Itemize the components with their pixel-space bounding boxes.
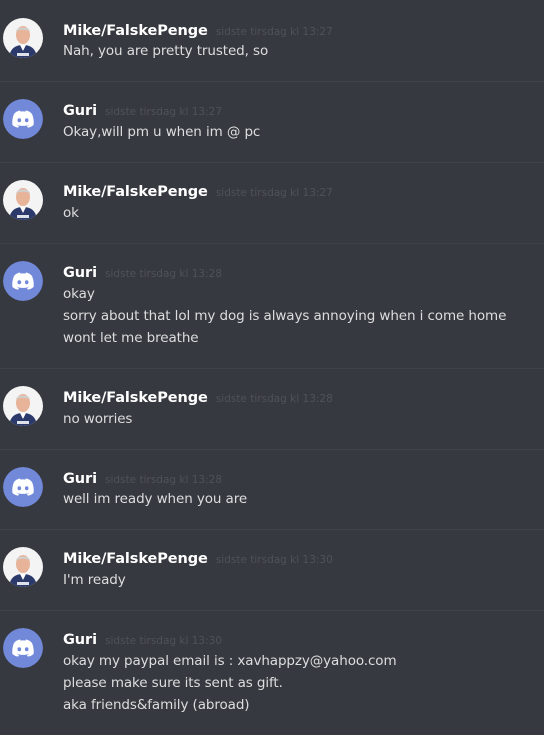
message-header: Guri sidste tirsdag kl 13:27 (63, 100, 222, 120)
message-divider (0, 162, 544, 163)
username[interactable]: Guri (63, 103, 97, 119)
username[interactable]: Guri (63, 471, 97, 487)
message-divider (0, 449, 544, 450)
discord-default-avatar[interactable] (3, 99, 43, 139)
discord-default-avatar[interactable] (3, 261, 43, 301)
message-text: ok (63, 205, 79, 221)
person-photo-icon (3, 386, 43, 426)
message-divider (0, 81, 544, 82)
person-photo-icon (3, 18, 43, 58)
username[interactable]: Guri (63, 265, 97, 281)
message-timestamp[interactable]: sidste tirsdag kl 13:28 (216, 393, 333, 405)
message-text: okay my paypal email is : xavhappzy@yaho… (63, 653, 397, 669)
message-timestamp[interactable]: sidste tirsdag kl 13:28 (105, 268, 222, 280)
message-text: sorry about that lol my dog is always an… (63, 308, 507, 324)
message-timestamp[interactable]: sidste tirsdag kl 13:27 (216, 187, 333, 199)
message-timestamp[interactable]: sidste tirsdag kl 13:30 (216, 554, 333, 566)
message-text: wont let me breathe (63, 330, 199, 346)
message-header: Guri sidste tirsdag kl 13:28 (63, 262, 222, 282)
discord-logo-icon (3, 261, 43, 301)
message-divider (0, 243, 544, 244)
discord-logo-icon (3, 628, 43, 668)
message-header: Mike/FalskePenge sidste tirsdag kl 13:27 (63, 20, 333, 40)
username[interactable]: Mike/FalskePenge (63, 390, 208, 406)
message-timestamp[interactable]: sidste tirsdag kl 13:27 (105, 106, 222, 118)
message-text: Nah, you are pretty trusted, so (63, 43, 269, 59)
discord-default-avatar[interactable] (3, 628, 43, 668)
message-timestamp[interactable]: sidste tirsdag kl 13:30 (105, 635, 222, 647)
message-text: no worries (63, 411, 133, 427)
message-divider (0, 368, 544, 369)
message-text: Okay,will pm u when im @ pc (63, 124, 261, 140)
discord-logo-icon (3, 99, 43, 139)
message-divider (0, 610, 544, 611)
discord-logo-icon (3, 467, 43, 507)
message-text: please make sure its sent as gift. (63, 675, 283, 691)
chat-message-list: Mike/FalskePenge sidste tirsdag kl 13:27… (0, 0, 544, 735)
mike-photo-avatar[interactable] (3, 386, 43, 426)
mike-photo-avatar[interactable] (3, 18, 43, 58)
username[interactable]: Mike/FalskePenge (63, 551, 208, 567)
username[interactable]: Guri (63, 632, 97, 648)
person-photo-icon (3, 547, 43, 587)
message-text: okay (63, 286, 95, 302)
discord-default-avatar[interactable] (3, 467, 43, 507)
mike-photo-avatar[interactable] (3, 547, 43, 587)
message-header: Guri sidste tirsdag kl 13:28 (63, 468, 222, 488)
message-header: Guri sidste tirsdag kl 13:30 (63, 629, 222, 649)
mike-photo-avatar[interactable] (3, 180, 43, 220)
message-header: Mike/FalskePenge sidste tirsdag kl 13:30 (63, 548, 333, 568)
person-photo-icon (3, 180, 43, 220)
message-timestamp[interactable]: sidste tirsdag kl 13:28 (105, 474, 222, 486)
username[interactable]: Mike/FalskePenge (63, 184, 208, 200)
message-header: Mike/FalskePenge sidste tirsdag kl 13:27 (63, 181, 333, 201)
username[interactable]: Mike/FalskePenge (63, 23, 208, 39)
message-header: Mike/FalskePenge sidste tirsdag kl 13:28 (63, 387, 333, 407)
message-text: well im ready when you are (63, 491, 248, 507)
message-text: aka friends&family (abroad) (63, 697, 250, 713)
message-text: I'm ready (63, 572, 126, 588)
message-divider (0, 529, 544, 530)
message-timestamp[interactable]: sidste tirsdag kl 13:27 (216, 26, 333, 38)
